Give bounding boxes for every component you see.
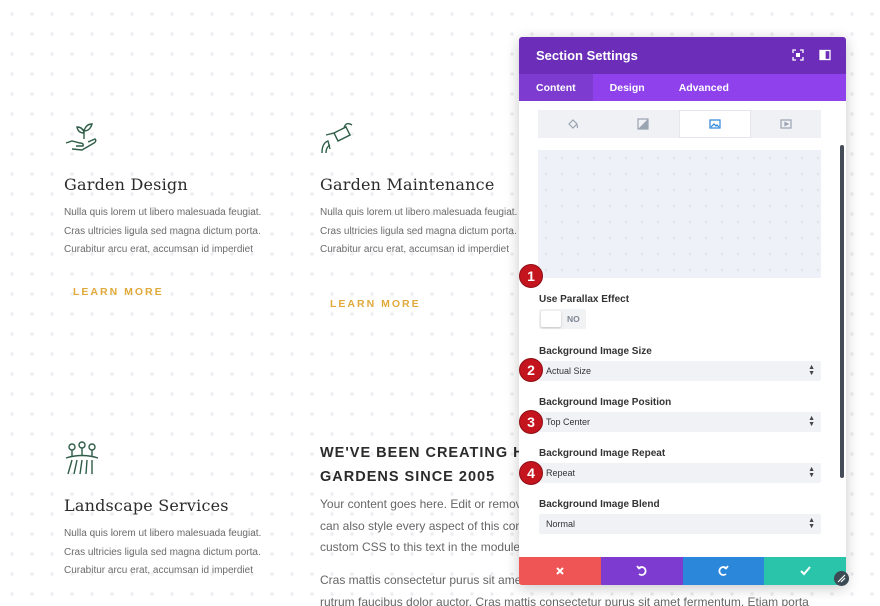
- service-garden-design: Garden Design Nulla quis lorem ut libero…: [64, 119, 284, 260]
- annotation-badge-2: 2: [519, 358, 543, 382]
- select-arrows-icon: ▲ ▼: [808, 517, 815, 530]
- panel-actions: [519, 557, 846, 585]
- background-image-preview[interactable]: [538, 150, 821, 278]
- annotation-badge-4: 4: [519, 461, 543, 485]
- close-icon: [556, 567, 564, 575]
- discard-button[interactable]: [519, 557, 601, 585]
- hand-sprout-icon: [65, 123, 97, 151]
- background-type-tabs: [538, 110, 821, 138]
- image-position-label: Background Image Position: [539, 397, 672, 408]
- service-title: Garden Design: [64, 175, 188, 194]
- bg-image-tab[interactable]: [678, 110, 751, 138]
- panel-header[interactable]: Section Settings: [519, 37, 846, 74]
- image-position-select[interactable]: Top Center ▲ ▼: [539, 412, 821, 432]
- tab-content[interactable]: Content: [519, 74, 593, 101]
- service-title: Garden Maintenance: [320, 175, 495, 194]
- image-size-select[interactable]: Actual Size ▲ ▼: [539, 361, 821, 381]
- resize-handle[interactable]: [834, 571, 849, 586]
- panel-tabs: Content Design Advanced: [519, 74, 846, 101]
- image-repeat-label: Background Image Repeat: [539, 448, 666, 459]
- image-size-label: Background Image Size: [539, 346, 652, 357]
- toggle-state: NO: [567, 314, 580, 324]
- service-title: Landscape Services: [64, 496, 229, 515]
- select-arrows-icon: ▲ ▼: [808, 466, 815, 479]
- paint-bucket-icon: [568, 119, 579, 129]
- undo-button[interactable]: [600, 557, 683, 585]
- service-garden-maintenance: Garden Maintenance Nulla quis lorem ut l…: [320, 119, 540, 260]
- learn-more-link[interactable]: LEARN MORE: [330, 298, 421, 310]
- check-icon: [799, 566, 811, 576]
- trees-field-icon: [65, 441, 99, 475]
- annotation-badge-1: 1: [519, 264, 543, 288]
- service-landscape-services: Landscape Services Nulla quis lorem ut l…: [64, 440, 284, 581]
- bg-video-tab[interactable]: [751, 110, 821, 138]
- image-repeat-select[interactable]: Repeat ▲ ▼: [539, 463, 821, 483]
- redo-button[interactable]: [682, 557, 765, 585]
- toggle-knob: [541, 311, 561, 327]
- select-arrows-icon: ▲ ▼: [808, 415, 815, 428]
- service-text: Nulla quis lorem ut libero malesuada feu…: [64, 207, 262, 255]
- panel-scrollbar[interactable]: [840, 145, 844, 478]
- bg-gradient-tab[interactable]: [608, 110, 678, 138]
- parallax-toggle[interactable]: NO: [539, 309, 586, 329]
- video-icon: [780, 119, 792, 129]
- fullscreen-icon[interactable]: [791, 48, 805, 62]
- watering-can-icon: [321, 122, 353, 154]
- section-settings-panel: Section Settings Content Design Advanced: [519, 37, 846, 585]
- redo-icon: [718, 565, 730, 576]
- service-text: Nulla quis lorem ut libero malesuada feu…: [64, 528, 262, 576]
- tab-advanced[interactable]: Advanced: [662, 74, 746, 101]
- select-arrows-icon: ▲ ▼: [808, 364, 815, 377]
- bg-color-tab[interactable]: [538, 110, 608, 138]
- image-icon: [709, 119, 721, 129]
- gradient-icon: [637, 118, 649, 130]
- resize-icon: [837, 574, 846, 583]
- learn-more-link[interactable]: LEARN MORE: [73, 286, 164, 298]
- undo-icon: [635, 565, 647, 576]
- image-blend-select[interactable]: Normal ▲ ▼: [539, 514, 821, 534]
- parallax-label: Use Parallax Effect: [539, 294, 630, 305]
- panel-title: Section Settings: [536, 48, 638, 63]
- image-blend-label: Background Image Blend: [539, 499, 660, 510]
- dock-sidebar-icon[interactable]: [818, 48, 832, 62]
- annotation-badge-3: 3: [519, 410, 543, 434]
- service-text: Nulla quis lorem ut libero malesuada feu…: [320, 207, 518, 255]
- tab-design[interactable]: Design: [593, 74, 662, 101]
